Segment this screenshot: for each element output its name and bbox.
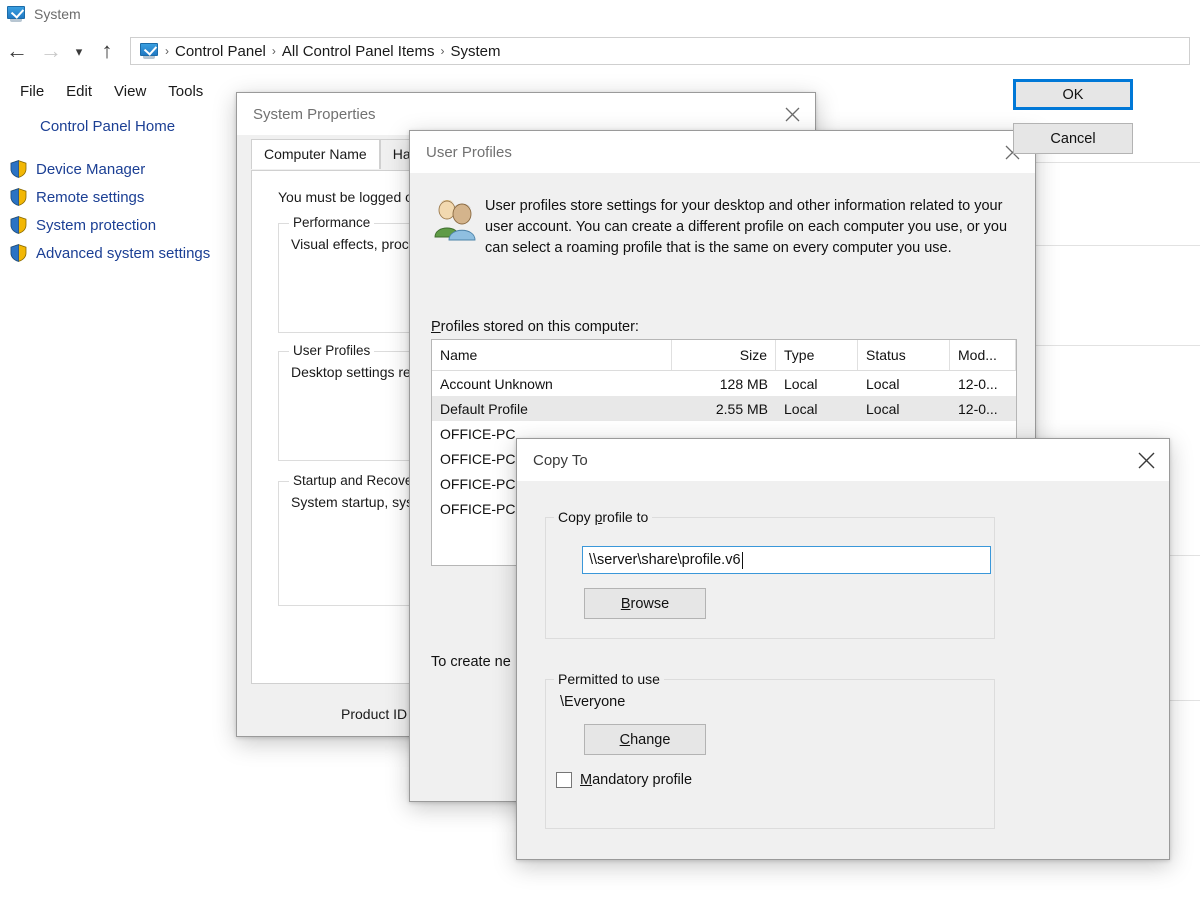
column-header-name[interactable]: Name [432,340,672,370]
text-cursor [741,551,743,569]
product-id-label: Product ID [341,706,408,722]
accel-key: B [620,595,631,612]
ok-button[interactable]: OK [1013,79,1133,110]
system-monitor-icon [6,5,26,22]
shield-icon [10,160,27,178]
column-header-size[interactable]: Size [672,340,776,370]
menu-edit[interactable]: Edit [56,81,102,102]
permitted-user-value: \Everyone [560,694,626,710]
mandatory-profile-checkbox-row[interactable]: Mandatory profile [556,772,692,788]
user-profiles-titlebar: User Profiles [410,131,1035,173]
window-title: System [34,6,81,22]
logged-on-note: You must be logged o [278,189,413,205]
performance-group-text: Visual effects, proce [291,236,417,252]
profiles-list-label: Profiles stored on this computer: [431,319,639,335]
copy-profile-path-value: \\server\share\profile.v6 [589,552,741,568]
sidebar-item-device-manager[interactable]: Device Manager [0,155,236,183]
column-header-type[interactable]: Type [776,340,858,370]
sidebar-item-label: System protection [36,216,157,234]
sidebar-item-label: Remote settings [36,188,145,206]
close-icon[interactable] [769,93,815,135]
user-profiles-description: User profiles store settings for your de… [485,198,1008,256]
performance-group-label: Performance [289,215,375,230]
table-row[interactable]: Default Profile 2.55 MB Local Local 12-0… [432,396,1016,421]
cell-size: 2.55 MB [715,400,768,417]
sidebar-item-control-panel-home[interactable]: Control Panel Home [0,112,236,141]
address-bar[interactable]: › Control Panel › All Control Panel Item… [130,37,1190,65]
column-header-status[interactable]: Status [858,340,950,370]
shield-icon [10,244,27,262]
back-arrow-icon[interactable]: ← [0,34,34,68]
accel-key: M [580,772,593,788]
copy-profile-to-label: Copy profile to [554,509,653,525]
sidebar-item-label: Advanced system settings [36,244,211,262]
breadcrumb-separator: › [271,44,276,58]
startup-recovery-group-label: Startup and Recove [289,473,417,488]
mandatory-profile-checkbox[interactable] [556,772,572,788]
sidebar-item-remote-settings[interactable]: Remote settings [0,183,236,211]
user-profiles-group-label: User Profiles [289,343,375,358]
cell-modified: 12-0... [958,375,998,392]
cell-status: Local [866,375,900,392]
tab-computer-name[interactable]: Computer Name [251,139,380,169]
breadcrumb-separator: › [165,44,169,58]
profiles-list-header: Name Size Type Status Mod... [432,340,1016,371]
accel-key: C [619,731,631,748]
forward-arrow-icon: → [40,38,62,63]
close-icon[interactable] [1123,439,1169,481]
cell-size: 128 MB [719,375,768,392]
cancel-button[interactable]: Cancel [1013,123,1133,154]
permitted-to-use-group: Permitted to use \Everyone Change Mandat… [545,671,995,829]
profiles-list-label-rest: rofiles stored on this computer: [440,319,639,335]
menu-view[interactable]: View [104,81,156,102]
menu-file[interactable]: File [10,81,54,102]
accel-key: P [431,319,441,335]
copy-profile-to-group: Copy profile to \\server\share\profile.v… [545,509,995,639]
breadcrumb-separator: › [440,44,445,58]
navigation-bar: ← → ▾ ↑ › Control Panel › All Control Pa… [0,30,1200,72]
table-row[interactable]: Account Unknown 128 MB Local Local 12-0.… [432,371,1016,396]
breadcrumb-control-panel[interactable]: Control Panel [175,43,266,60]
chevron-down-icon[interactable]: ▾ [68,34,90,68]
cell-name: Default Profile [440,400,528,417]
dialog-title: Copy To [533,451,588,469]
dialog-title: User Profiles [426,143,512,161]
copy-to-dialog: Copy To Copy profile to \\server\share\p… [516,438,1170,860]
change-button[interactable]: Change [584,724,706,755]
sidebar-item-advanced-system-settings[interactable]: Advanced system settings [0,239,236,267]
browse-button[interactable]: Browse [584,588,706,619]
startup-recovery-group-text: System startup, syst [291,494,418,510]
breadcrumb-system[interactable]: System [450,43,500,60]
cell-type: Local [784,400,818,417]
dialog-title: System Properties [253,105,376,123]
window-titlebar: System [0,0,1200,28]
cell-name: Account Unknown [440,375,553,392]
breadcrumb-all-control-panel-items[interactable]: All Control Panel Items [282,43,435,60]
cell-modified: 12-0... [958,400,998,417]
sidebar: Control Panel Home Device Manager Remote… [0,112,236,267]
copy-to-titlebar: Copy To [517,439,1169,481]
cell-type: Local [784,375,818,392]
permitted-to-use-label: Permitted to use [554,671,664,687]
shield-icon [10,188,27,206]
menu-tools[interactable]: Tools [158,81,213,102]
sidebar-item-system-protection[interactable]: System protection [0,211,236,239]
up-arrow-icon[interactable]: ↑ [90,34,124,68]
create-new-account-note: To create ne [431,654,511,670]
system-properties-titlebar: System Properties [237,93,815,135]
column-header-modified[interactable]: Mod... [950,340,1016,370]
address-system-monitor-icon [139,42,159,59]
mandatory-profile-label: Mandatory profile [580,772,693,788]
shield-icon [10,216,27,234]
screen: System ← → ▾ ↑ › Control Panel › All Con… [0,0,1200,900]
copy-profile-path-input[interactable]: \\server\share\profile.v6 [582,546,991,574]
sidebar-item-label: Device Manager [36,160,146,178]
user-profiles-people-icon [431,197,479,241]
user-profiles-group-text: Desktop settings rel [291,364,414,380]
cell-status: Local [866,400,900,417]
